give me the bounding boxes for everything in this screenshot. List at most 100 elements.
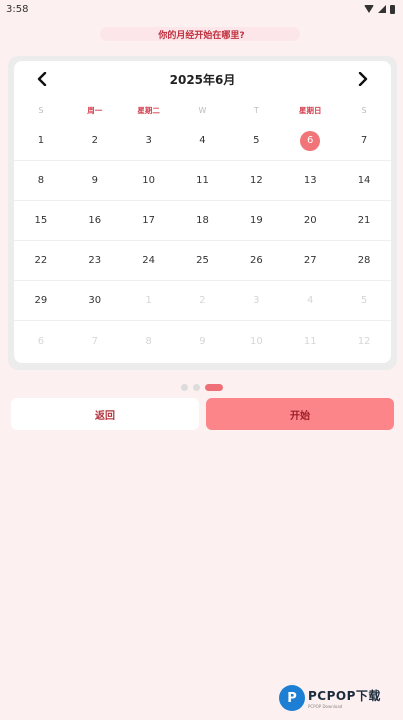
page-indicator (0, 384, 403, 391)
weekday-row: S 周一 星期二 W T 星期日 S (14, 103, 391, 119)
weekday-label: 周一 (87, 106, 103, 115)
calendar-day[interactable]: 2 (176, 281, 230, 320)
next-month-button[interactable] (353, 69, 373, 89)
calendar-day[interactable]: 11 (283, 321, 337, 361)
calendar-day[interactable]: 22 (14, 241, 68, 280)
calendar-day-number: 22 (34, 255, 48, 266)
calendar-day-number: 6 (37, 335, 45, 347)
weekday-label: T (253, 106, 259, 115)
calendar-day[interactable]: 14 (337, 161, 391, 200)
calendar-day[interactable]: 9 (68, 161, 122, 200)
calendar-day[interactable]: 2 (68, 121, 122, 160)
calendar-day[interactable]: 16 (68, 201, 122, 240)
calendar-day[interactable]: 28 (337, 241, 391, 280)
calendar-day-number: 21 (357, 215, 371, 226)
calendar-day-number: 17 (142, 215, 155, 226)
prev-month-button[interactable] (32, 69, 52, 89)
calendar-day-number: 10 (249, 335, 263, 347)
calendar-day[interactable]: 4 (283, 281, 337, 320)
calendar-day[interactable]: 21 (337, 201, 391, 240)
calendar-week-row: 6 7 8 9 10 11 12 (14, 321, 391, 361)
wifi-icon (364, 5, 374, 13)
calendar-day-number: 3 (253, 295, 260, 306)
start-button[interactable]: 开始 (206, 398, 394, 430)
calendar-month-title: 2025年6月 (169, 72, 236, 87)
calendar-day[interactable]: 10 (229, 321, 283, 361)
calendar-grid: 1 2 3 4 5 6 7 8 9 10 11 12 13 14 15 16 17 18 19 20 21 22 23 24 2… (14, 121, 391, 361)
calendar-day-number: 29 (34, 295, 48, 306)
calendar-week-row: 8 9 10 11 12 13 14 (14, 161, 391, 201)
calendar-day[interactable]: 17 (122, 201, 176, 240)
watermark-text: PCPOP下载 PCPOP Download (308, 687, 381, 709)
calendar-day[interactable]: 1 (122, 281, 176, 320)
calendar-week-row: 1 2 3 4 5 6 7 (14, 121, 391, 161)
page-dot (192, 384, 200, 391)
calendar-day[interactable]: 9 (176, 321, 230, 361)
calendar-day[interactable]: 11 (176, 161, 230, 200)
calendar-day-number: 7 (91, 335, 98, 347)
calendar-day[interactable]: 29 (14, 281, 68, 320)
calendar-week-row: 15 16 17 18 19 20 21 (14, 201, 391, 241)
calendar-day[interactable]: 4 (176, 121, 230, 160)
calendar-day-number: 25 (196, 255, 209, 266)
calendar-day-number: 20 (303, 215, 317, 226)
calendar-day[interactable]: 18 (176, 201, 230, 240)
calendar-day[interactable]: 13 (283, 161, 337, 200)
calendar-day-number: 28 (357, 255, 371, 266)
calendar-day[interactable]: 3 (229, 281, 283, 320)
calendar-day-number: 12 (357, 335, 371, 347)
calendar: 2025年6月 S 周一 星期二 W T 星期日 S 1 2 3 4 5 6 7 8 9 10 11 12 13 14… (14, 61, 391, 363)
calendar-day[interactable]: 8 (14, 161, 68, 200)
calendar-day[interactable]: 12 (229, 161, 283, 200)
calendar-day-number: 18 (196, 215, 209, 226)
page-dot (180, 384, 188, 391)
calendar-day-number: 6 (300, 130, 321, 151)
calendar-day[interactable]: 24 (122, 241, 176, 280)
calendar-header: 2025年6月 (14, 61, 391, 97)
calendar-day-number: 7 (360, 135, 368, 146)
calendar-day-number: 13 (303, 175, 317, 186)
calendar-day-number: 8 (145, 335, 152, 347)
calendar-day-number: 23 (88, 255, 102, 266)
calendar-day-number: 5 (360, 295, 368, 306)
calendar-day-number: 8 (37, 175, 45, 186)
calendar-day-number: 3 (145, 135, 152, 146)
calendar-day[interactable]: 30 (68, 281, 122, 320)
calendar-day[interactable]: 10 (122, 161, 176, 200)
status-bar: 3:58 (0, 0, 403, 18)
calendar-day-number: 14 (357, 175, 371, 186)
watermark-tagline: PCPOP Download (308, 704, 343, 709)
calendar-day-selected[interactable]: 6 (283, 121, 337, 160)
calendar-day-number: 27 (303, 255, 317, 266)
calendar-day-number: 2 (199, 295, 206, 306)
calendar-day[interactable]: 20 (283, 201, 337, 240)
calendar-day[interactable]: 25 (176, 241, 230, 280)
calendar-day[interactable]: 1 (14, 121, 68, 160)
chevron-left-icon (37, 72, 47, 86)
calendar-day-number: 4 (199, 135, 206, 146)
calendar-day-number: 19 (249, 215, 263, 226)
status-icons (364, 4, 395, 14)
calendar-day[interactable]: 3 (122, 121, 176, 160)
back-button[interactable]: 返回 (11, 398, 199, 430)
weekday-label: 星期日 (298, 106, 322, 115)
calendar-day[interactable]: 23 (68, 241, 122, 280)
watermark: P PCPOP下载 PCPOP Download (279, 683, 401, 713)
calendar-week-row: 22 23 24 25 26 27 28 (14, 241, 391, 281)
calendar-day-number: 1 (145, 295, 152, 306)
calendar-day[interactable]: 12 (337, 321, 391, 361)
calendar-day[interactable]: 7 (337, 121, 391, 160)
calendar-day[interactable]: 19 (229, 201, 283, 240)
calendar-day[interactable]: 5 (337, 281, 391, 320)
calendar-day[interactable]: 6 (14, 321, 68, 361)
calendar-day-number: 12 (249, 175, 263, 186)
calendar-day[interactable]: 5 (229, 121, 283, 160)
calendar-day[interactable]: 15 (14, 201, 68, 240)
calendar-day-number: 10 (142, 175, 155, 186)
calendar-day-number: 26 (249, 255, 263, 266)
calendar-day-number: 2 (91, 135, 98, 146)
calendar-day[interactable]: 26 (229, 241, 283, 280)
calendar-day[interactable]: 7 (68, 321, 122, 361)
calendar-day[interactable]: 8 (122, 321, 176, 361)
calendar-day[interactable]: 27 (283, 241, 337, 280)
